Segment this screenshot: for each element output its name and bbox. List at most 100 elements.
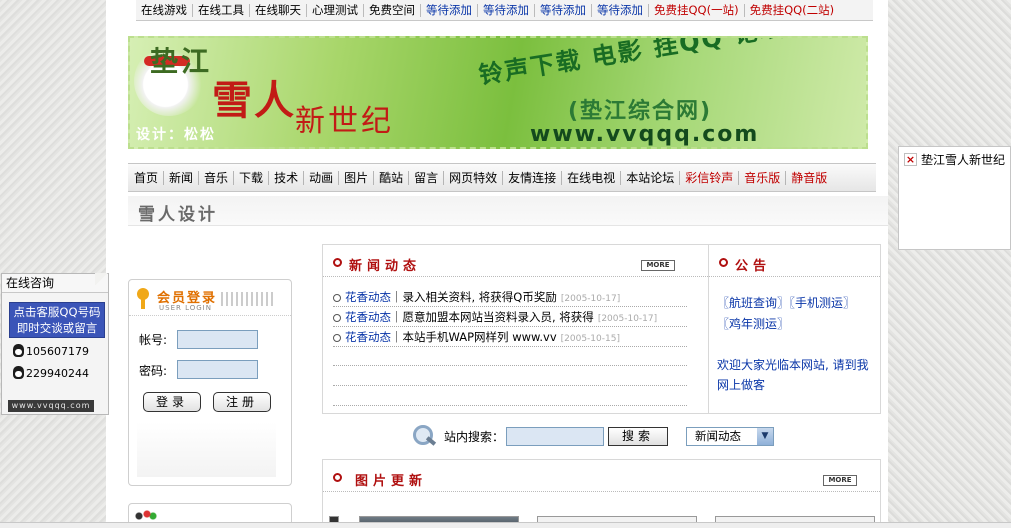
news-date: [2005-10-17]: [560, 294, 621, 304]
main-nav-news[interactable]: 新闻: [164, 170, 200, 185]
circle-bullet-icon: [333, 294, 341, 302]
news-category: 花香动态: [345, 310, 391, 324]
banner-url: www.vvqqq.com: [530, 122, 760, 147]
news-item-title[interactable]: 愿意加盟本网站当资料录入员, 将获得: [403, 310, 594, 324]
banner-slogan: 铃声下载 电影 挂QQ 论坛: [476, 36, 788, 90]
pictures-more-button[interactable]: MORE: [823, 475, 857, 486]
top-nav-free-qq-site2[interactable]: 免费挂QQ(二站): [745, 3, 840, 17]
login-footer-area: [137, 422, 276, 477]
top-nav-online-tools[interactable]: 在线工具: [193, 3, 250, 17]
password-label: 密码:: [139, 364, 168, 378]
news-item-title[interactable]: 本站手机WAP网样列 www.vv: [403, 330, 557, 344]
site-search: 站内搜索： 搜索 新闻动态 ▼: [412, 423, 775, 449]
login-subtitle: USER LOGIN: [159, 304, 212, 312]
account-input[interactable]: [177, 330, 258, 349]
main-nav-mute-version[interactable]: 静音版: [786, 171, 832, 185]
consult-prompt: 点击客服QQ号码即时交谈或留言: [9, 302, 105, 338]
close-icon[interactable]: ×: [904, 153, 917, 166]
page-container: 在线游戏 在线工具 在线聊天 心理测试 免费空间 等待添加 等待添加 等待添加 …: [106, 0, 888, 528]
top-nav-pending-2[interactable]: 等待添加: [478, 3, 535, 17]
search-category-select[interactable]: 新闻动态 ▼: [686, 426, 775, 446]
news-item[interactable]: 花香动态｜愿意加盟本网站当资料录入员, 将获得 [2005-10-17]: [333, 307, 687, 327]
news-item[interactable]: 花香动态｜本站手机WAP网样列 www.vv [2005-10-15]: [333, 327, 687, 347]
penguin-icon: [13, 344, 24, 357]
top-nav-free-qq-site1[interactable]: 免费挂QQ(一站): [649, 3, 745, 17]
news-item[interactable]: 花香动态｜录入相关资料, 将获得Q币奖励 [2005-10-17]: [333, 287, 687, 307]
design-label: 雪人设计: [138, 205, 218, 225]
divider: [333, 385, 687, 386]
login-header: 会员登录 USER LOGIN: [129, 280, 291, 316]
main-nav-home[interactable]: 首页: [129, 170, 165, 185]
qq-number[interactable]: 105607179: [26, 345, 89, 358]
news-date: [2005-10-17]: [597, 314, 658, 324]
right-background-pattern: [888, 0, 1011, 528]
main-nav-tech[interactable]: 技术: [269, 170, 305, 185]
notice-links[interactable]: 〖航班查询〗〖手机测运〗 〖鸡年测运〗: [717, 293, 855, 335]
site-banner: 垫江 雪人 新世纪 设计：松松 铃声下载 电影 挂QQ 论坛 (垫江综合网) w…: [128, 36, 868, 149]
bullet-icon: [719, 258, 728, 267]
penguin-icon: [13, 366, 24, 379]
left-background-pattern: [0, 0, 106, 528]
main-nav-guestbook[interactable]: 留言: [409, 170, 445, 185]
bullet-icon: [333, 258, 342, 267]
qq-number[interactable]: 229940244: [26, 367, 89, 380]
notice-title: 公告: [735, 259, 772, 274]
pictures-title: 图片更新: [355, 474, 428, 489]
top-nav-pending-4[interactable]: 等待添加: [592, 3, 649, 17]
register-button[interactable]: 注册: [213, 392, 271, 412]
top-nav-online-games[interactable]: 在线游戏: [136, 3, 193, 17]
main-nav-cool-sites[interactable]: 酷站: [374, 170, 410, 185]
chevron-down-icon[interactable]: ▼: [757, 427, 774, 445]
banner-subtitle: 新世纪: [295, 104, 394, 139]
news-item-title[interactable]: 录入相关资料, 将获得Q币奖励: [403, 290, 557, 304]
login-button[interactable]: 登录: [143, 392, 201, 412]
main-nav-music-version[interactable]: 音乐版: [739, 170, 787, 185]
news-category: 花香动态: [345, 290, 391, 304]
main-nav-download[interactable]: 下载: [234, 170, 270, 185]
main-nav-web-effects[interactable]: 网页特效: [444, 170, 504, 185]
lightbulb-icon: [135, 288, 151, 310]
qq-contact[interactable]: 229940244: [13, 366, 89, 381]
login-panel: 会员登录 USER LOGIN 帐号: 密码: 登录 注册: [128, 279, 292, 486]
divider: [333, 365, 687, 366]
notice-panel: 公告 〖航班查询〗〖手机测运〗 〖鸡年测运〗 欢迎大家光临本网站, 请到我网上做…: [708, 244, 881, 414]
main-nav-online-tv[interactable]: 在线电视: [562, 170, 622, 185]
search-button[interactable]: 搜索: [608, 426, 669, 446]
main-nav: 首页 新闻 音乐 下载 技术 动画 图片 酷站 留言 网页特效 友情连接 在线电…: [128, 163, 876, 192]
notice-header: 公告: [709, 245, 880, 277]
divider: [333, 405, 687, 406]
main-nav-forum[interactable]: 本站论坛: [621, 170, 681, 185]
main-nav-music[interactable]: 音乐: [199, 170, 235, 185]
search-category-value: 新闻动态: [695, 428, 742, 443]
main-nav-pictures[interactable]: 图片: [339, 170, 375, 185]
top-nav-pending-3[interactable]: 等待添加: [535, 3, 592, 17]
search-input[interactable]: [506, 426, 605, 446]
top-nav-free-space[interactable]: 免费空间: [364, 3, 421, 17]
main-nav-mms-ringtones[interactable]: 彩信铃声: [680, 170, 740, 185]
top-nav: 在线游戏 在线工具 在线聊天 心理测试 免费空间 等待添加 等待添加 等待添加 …: [136, 0, 873, 21]
bottom-edge: [0, 522, 1011, 528]
top-nav-online-chat[interactable]: 在线聊天: [250, 3, 307, 17]
search-label: 站内搜索：: [444, 429, 505, 444]
news-date: [2005-10-15]: [560, 334, 620, 344]
magnifier-icon: [412, 424, 438, 448]
top-nav-pending-1[interactable]: 等待添加: [421, 3, 478, 17]
notice-line[interactable]: 〖航班查询〗〖手机测运〗: [717, 293, 855, 314]
floating-ad-text[interactable]: 垫江雪人新世纪: [921, 151, 1005, 168]
notice-welcome: 欢迎大家光临本网站, 请到我网上做客: [717, 358, 869, 392]
consult-title: 在线咨询: [2, 273, 109, 293]
consult-url: www.vvqqq.com: [8, 400, 94, 412]
password-input[interactable]: [177, 360, 258, 379]
notice-line[interactable]: 〖鸡年测运〗: [717, 314, 855, 335]
pictures-panel: 图片更新 MORE: [322, 459, 881, 528]
qq-contact[interactable]: 105607179: [13, 344, 89, 359]
pictures-header: 图片更新 MORE: [323, 460, 880, 492]
main-nav-animation[interactable]: 动画: [304, 170, 340, 185]
design-strip: 雪人设计: [128, 196, 888, 226]
account-label: 帐号:: [139, 333, 168, 347]
main-nav-friend-links[interactable]: 友情连接: [503, 170, 563, 185]
top-nav-psych-test[interactable]: 心理测试: [307, 3, 364, 17]
circle-bullet-icon: [333, 314, 341, 322]
news-more-button[interactable]: MORE: [641, 260, 675, 271]
news-category: 花香动态: [345, 330, 391, 344]
